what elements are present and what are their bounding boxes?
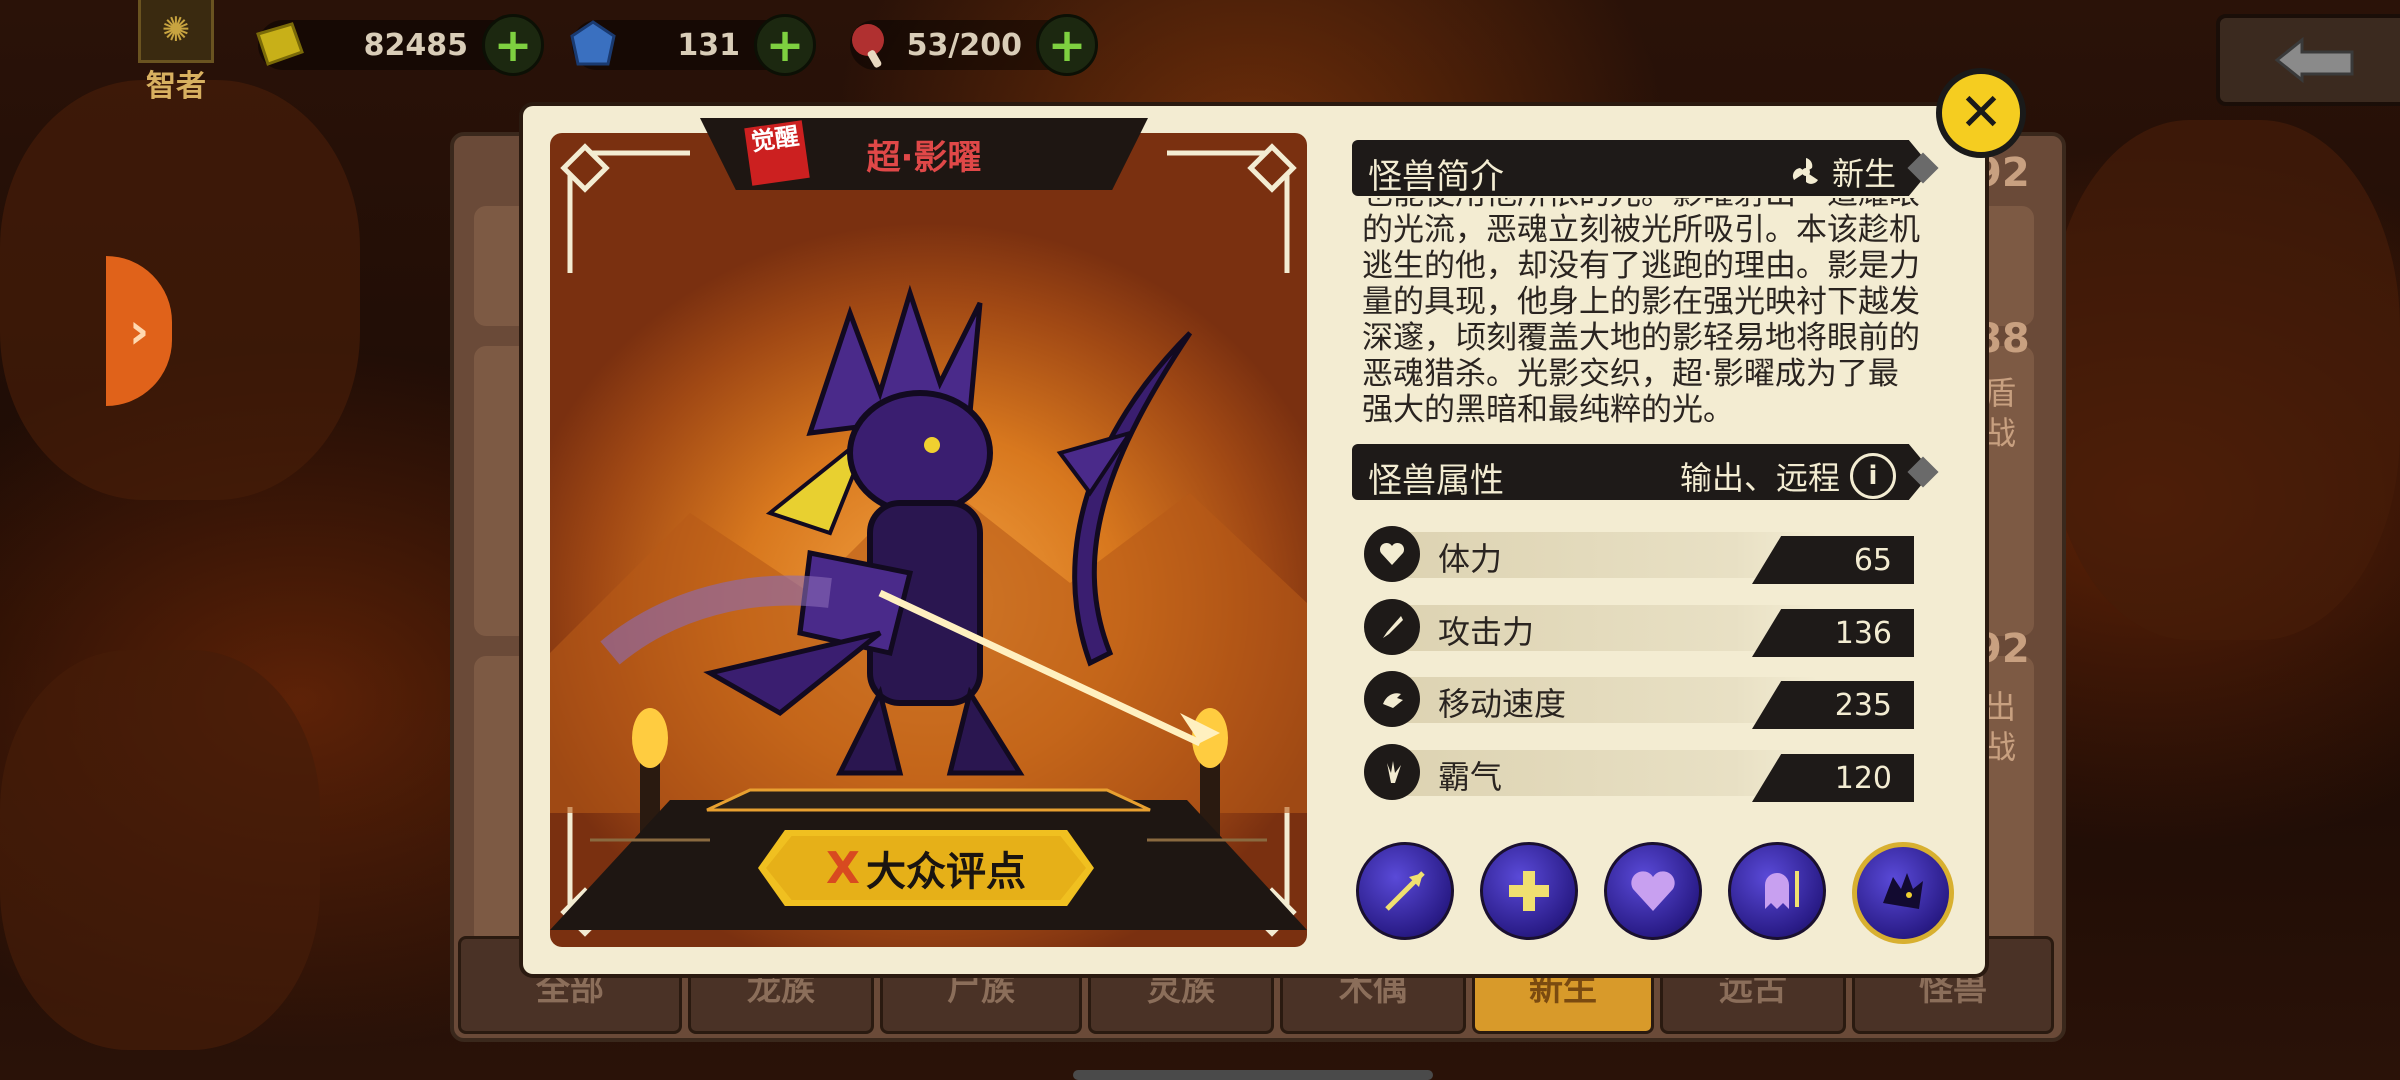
awaken-badge: 觉醒	[744, 120, 810, 186]
stat-value: 120	[1834, 761, 1892, 796]
rock-left	[0, 80, 360, 500]
chevron-right-icon: ›	[128, 302, 150, 360]
stamina-value: 53/200	[906, 28, 1022, 63]
description-text: 也能使用他所依的光。影曜射出一道耀眼的光流，恶魂立刻被光所吸引。本该趁机逃生的他…	[1362, 198, 1920, 428]
stat-value: 136	[1834, 616, 1892, 651]
stat-value: 235	[1834, 688, 1892, 723]
stat-row-aura: 霸气 120	[1364, 744, 1914, 802]
status-label: 战	[1984, 414, 2017, 452]
stat-label: 体力	[1438, 540, 1503, 578]
back-arrow-icon	[2274, 36, 2354, 84]
plus-skill-icon[interactable]	[1480, 842, 1578, 940]
biohazard-icon	[1792, 158, 1818, 184]
arrow-skill-icon[interactable]	[1356, 842, 1454, 940]
heart-icon	[1364, 526, 1420, 582]
rock-left-lower	[0, 650, 320, 1050]
rating-x-icon: X	[826, 842, 860, 894]
add-gem-button[interactable]: +	[754, 14, 816, 76]
attributes-title: 怪兽属性	[1368, 461, 1504, 501]
stat-value: 65	[1853, 543, 1892, 578]
lightbulb-icon: ✺	[138, 0, 214, 63]
intro-header: 怪兽简介 新生	[1352, 140, 1932, 196]
home-indicator[interactable]	[1073, 1070, 1433, 1080]
back-button[interactable]	[2216, 14, 2400, 106]
stamina-counter: 53/200 +	[850, 14, 1098, 76]
heart-skill-icon[interactable]	[1604, 842, 1702, 940]
rock-right	[2050, 120, 2400, 640]
role-label: 输出、远程	[1679, 459, 1840, 497]
faction-label: 新生	[1831, 155, 1896, 193]
stat-label: 移动速度	[1438, 685, 1567, 723]
add-gold-button[interactable]: +	[482, 14, 544, 76]
ghost-skill-icon[interactable]	[1728, 842, 1826, 940]
gold-value: 82485	[363, 28, 468, 63]
close-button[interactable]: ✕	[1936, 68, 2026, 158]
meat-icon	[852, 24, 884, 68]
add-stamina-button[interactable]: +	[1036, 14, 1098, 76]
rank-label: 智者	[146, 69, 206, 104]
stat-row-hp: 体力 65	[1364, 526, 1914, 584]
rating-label: 大众评点	[865, 849, 1026, 895]
stat-label: 攻击力	[1438, 613, 1535, 651]
top-resource-bar: ✺ 智者 82485 + 131 + 53/200 +	[0, 0, 2400, 106]
stat-row-attack: 攻击力 136	[1364, 599, 1914, 657]
role-tags: 输出、远程 i	[1680, 453, 1896, 499]
stat-label: 霸气	[1438, 758, 1503, 796]
stat-row-speed: 移动速度 235	[1364, 671, 1914, 729]
gem-icon	[570, 20, 616, 66]
intro-title: 怪兽简介	[1368, 157, 1504, 197]
public-rating-button[interactable]: X 大众评点	[758, 830, 1094, 906]
gold-icon	[256, 22, 304, 66]
close-icon: ✕	[1959, 83, 2003, 143]
beast-skill-icon[interactable]	[1852, 842, 1954, 944]
gold-counter: 82485 +	[256, 14, 544, 76]
rank-badge[interactable]: ✺ 智者	[136, 0, 216, 104]
attributes-header: 怪兽属性 输出、远程 i	[1352, 444, 1932, 500]
monster-description[interactable]: 也能使用他所依的光。影曜射出一道耀眼的光流，恶魂立刻被光所吸引。本该趁机逃生的他…	[1362, 198, 1922, 434]
speed-icon	[1364, 671, 1420, 727]
gem-value: 131	[677, 28, 740, 63]
status-label: 战	[1984, 728, 2017, 766]
gem-counter: 131 +	[570, 14, 816, 76]
faction-tag: 新生	[1790, 149, 1896, 195]
info-icon[interactable]: i	[1850, 453, 1896, 499]
blade-icon	[1364, 599, 1420, 655]
claw-icon	[1364, 744, 1420, 800]
